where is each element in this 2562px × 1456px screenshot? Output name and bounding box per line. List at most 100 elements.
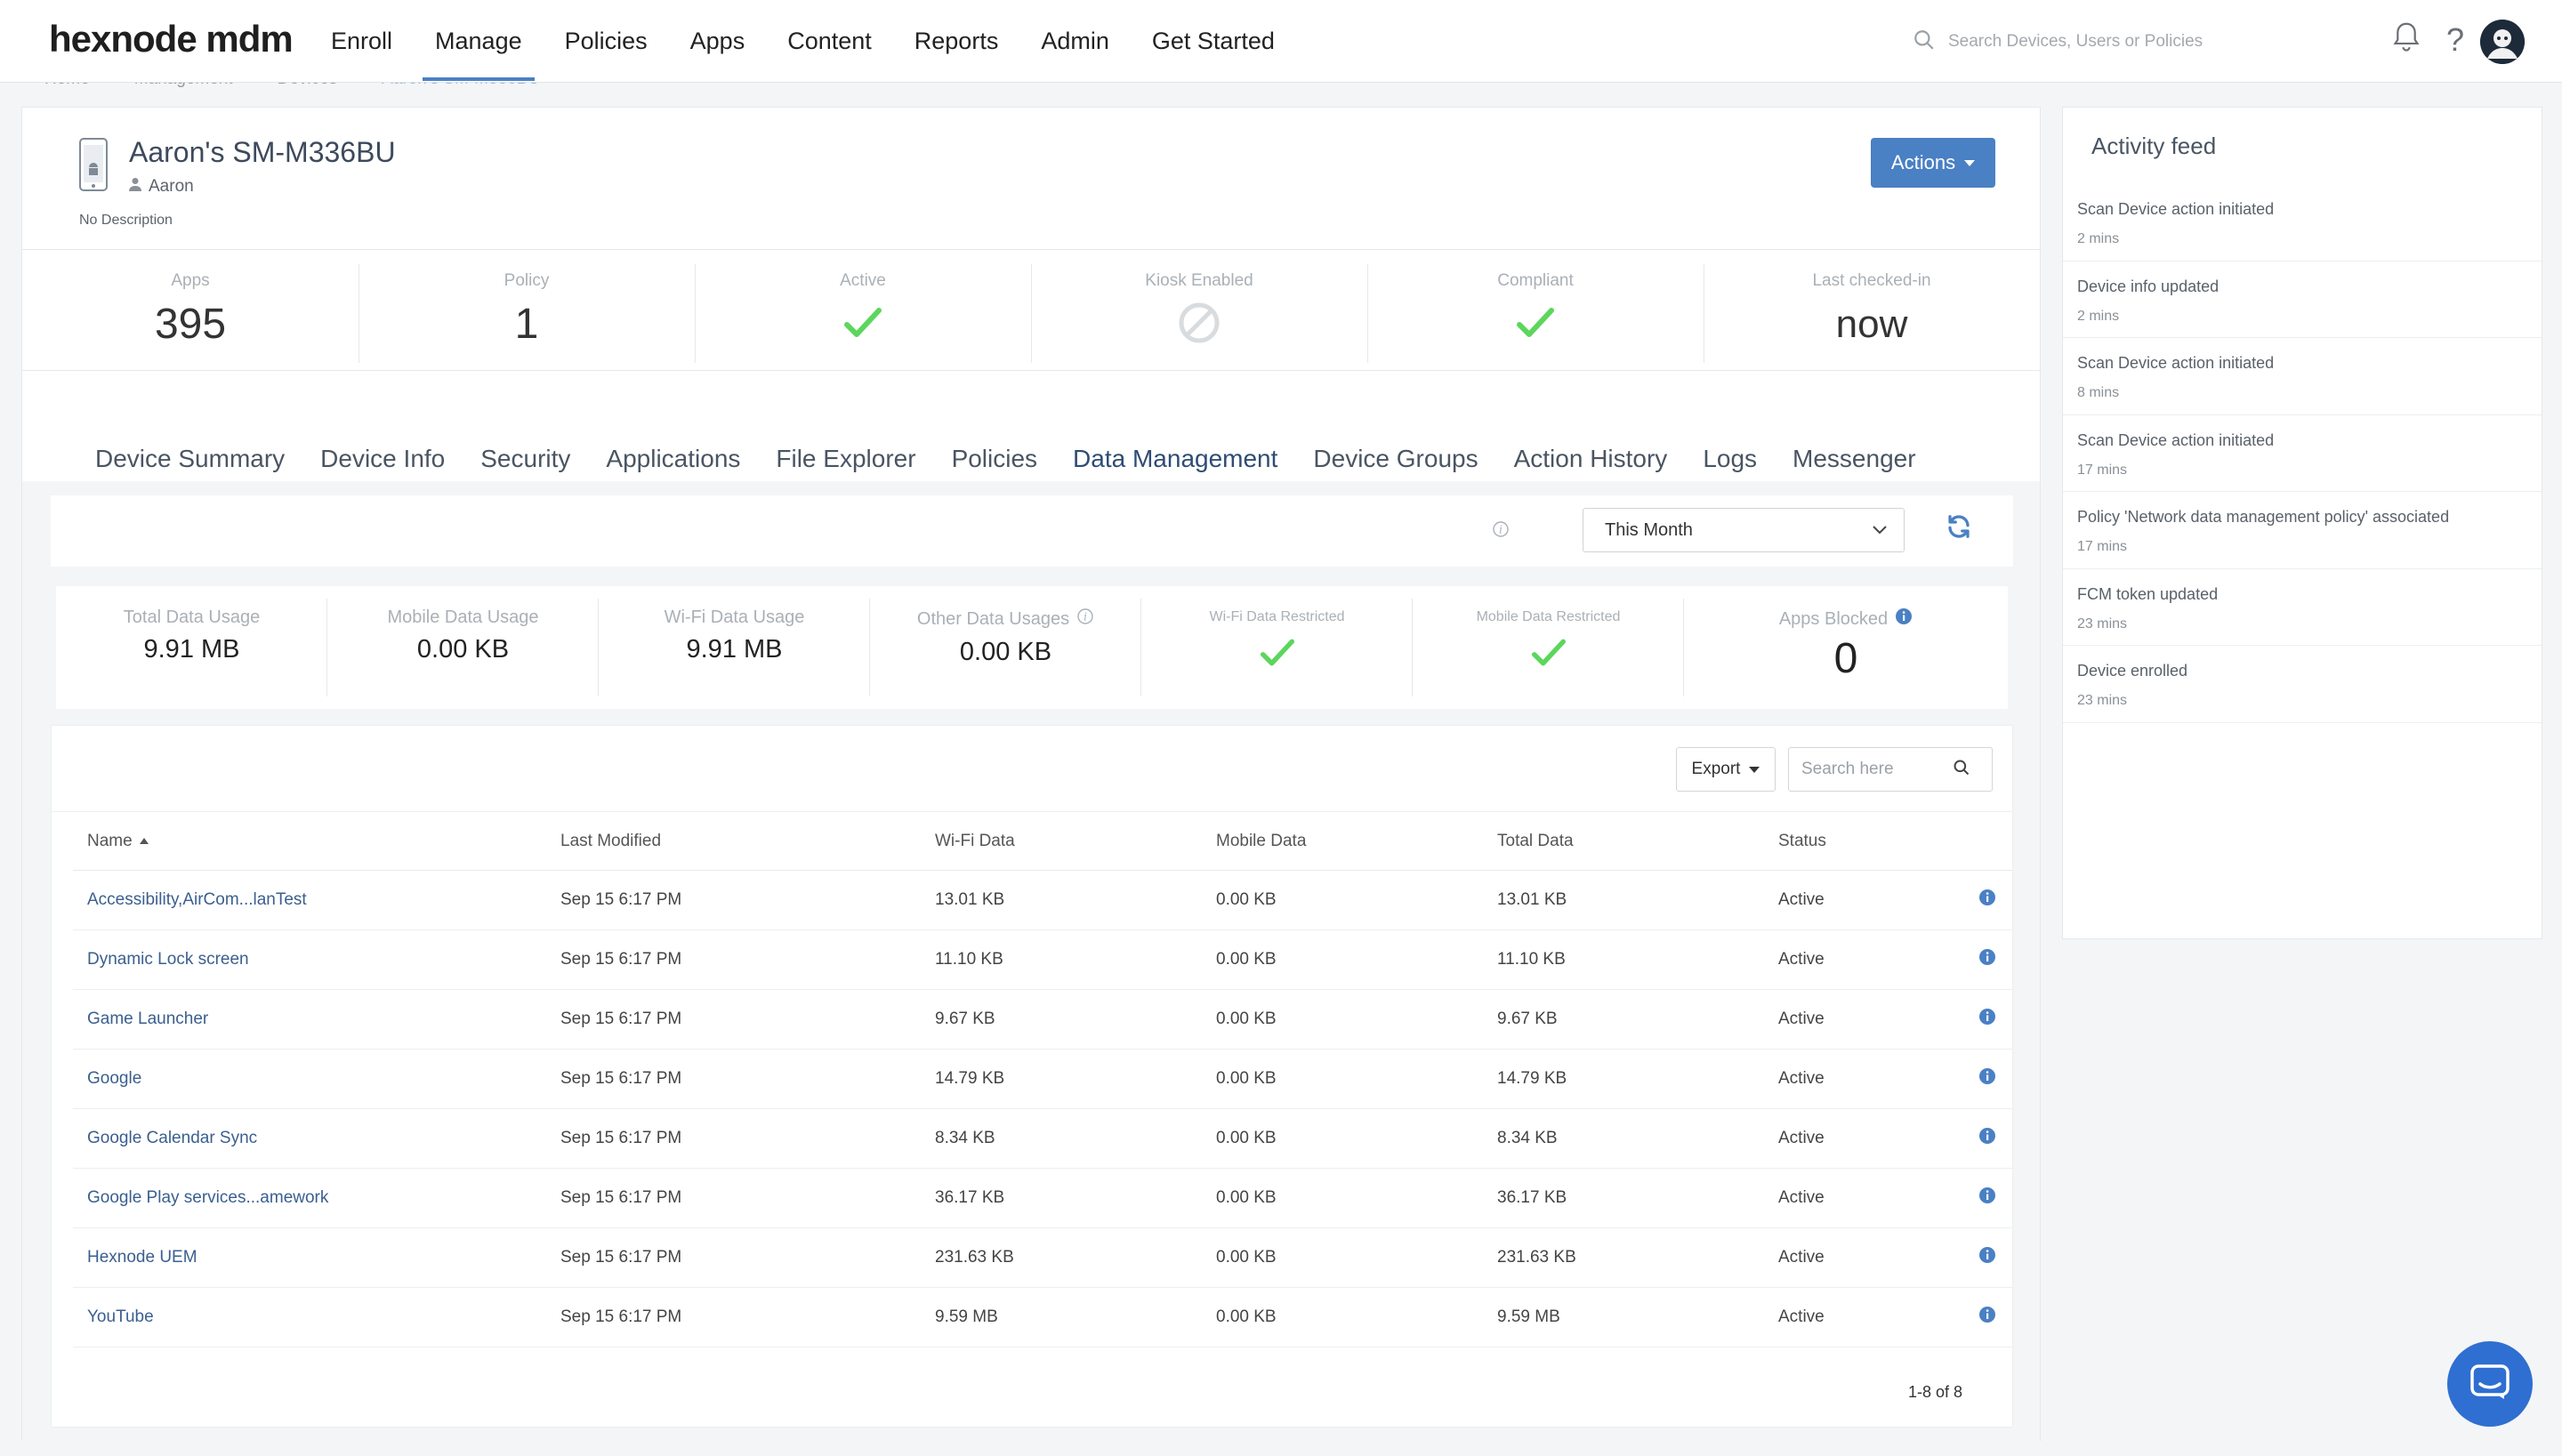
search-icon[interactable]: [1953, 759, 1970, 781]
activity-time: 23 mins: [2077, 615, 2128, 631]
table-search-input[interactable]: [1801, 760, 1953, 779]
svg-text:i: i: [1084, 611, 1087, 623]
cell-wifi-data: 8.34 KB: [921, 1108, 1202, 1169]
cell-app-name[interactable]: Dynamic Lock screen: [73, 929, 546, 990]
activity-time: 17 mins: [2077, 539, 2128, 554]
top-icons: ?: [2391, 21, 2464, 58]
info-icon[interactable]: i: [1076, 607, 1094, 631]
info-icon[interactable]: [1978, 1306, 1996, 1328]
bell-icon[interactable]: [2391, 21, 2421, 58]
stat-compliant: Compliant: [1367, 250, 1704, 370]
nav-apps[interactable]: Apps: [669, 0, 767, 83]
cell-app-name[interactable]: Game Launcher: [73, 989, 546, 1050]
nav-policies[interactable]: Policies: [544, 0, 669, 83]
info-icon[interactable]: [1978, 1067, 1996, 1090]
activity-text: Scan Device action initiated: [2077, 430, 2275, 449]
activity-item: Policy 'Network data management policy' …: [2063, 492, 2542, 569]
cell-wifi-data: 9.59 MB: [921, 1287, 1202, 1347]
cell-app-name[interactable]: Google Play services...amework: [73, 1168, 546, 1228]
nav-content[interactable]: Content: [766, 0, 893, 83]
nav-manage[interactable]: Manage: [414, 0, 544, 83]
stat-last-checked-value: now: [1835, 302, 1908, 346]
cell-app-name[interactable]: Google: [73, 1049, 546, 1109]
chat-launcher-button[interactable]: [2447, 1341, 2533, 1427]
stat-apps[interactable]: Apps 395: [22, 250, 359, 370]
info-icon[interactable]: [1978, 948, 1996, 970]
nav-admin[interactable]: Admin: [1019, 0, 1131, 83]
col-wifi-data[interactable]: Wi-Fi Data: [921, 813, 1202, 871]
global-search-input[interactable]: [1948, 32, 2322, 52]
usage-wifi-value: 9.91 MB: [686, 635, 783, 664]
table-search: [1788, 747, 1993, 792]
cell-mobile-data: 0.00 KB: [1202, 1227, 1483, 1288]
device-details-card: Aaron's SM-M336BU Aaron No Description A…: [21, 107, 2041, 1442]
info-icon[interactable]: [1978, 889, 1996, 911]
info-icon[interactable]: [1978, 1246, 1996, 1268]
data-management-panel: i This Month Total Data Usage 9.91 MB Mo…: [22, 481, 2040, 1442]
cell-app-name[interactable]: Accessibility,AirCom...lanTest: [73, 870, 546, 930]
col-last-modified[interactable]: Last Modified: [546, 813, 921, 871]
main-nav: Enroll Manage Policies Apps Content Repo…: [310, 0, 1296, 83]
activity-text: Device enrolled: [2077, 662, 2188, 680]
refresh-icon[interactable]: [1946, 513, 1972, 544]
cell-mobile-data: 0.00 KB: [1202, 1168, 1483, 1228]
cell-status: Active: [1764, 1287, 1923, 1347]
cell-wifi-data: 9.67 KB: [921, 989, 1202, 1050]
caret-down-icon: [1964, 159, 1976, 166]
stat-policy-value: 1: [514, 301, 539, 348]
table-row[interactable]: Hexnode UEM Sep 15 6:17 PM 231.63 KB 0.00 K…: [73, 1227, 2012, 1288]
col-name[interactable]: Name: [73, 813, 546, 871]
table-row[interactable]: Google Play services...amework Sep 15 6:1…: [73, 1168, 2012, 1228]
info-icon[interactable]: [1978, 1008, 1996, 1030]
device-user-name[interactable]: Aaron: [149, 177, 194, 197]
table-row[interactable]: Google Calendar Sync Sep 15 6:17 PM 8.34 K…: [73, 1108, 2012, 1169]
nav-get-started[interactable]: Get Started: [1131, 0, 1296, 83]
col-status[interactable]: Status: [1764, 813, 1923, 871]
device-name: Aaron's SM-M336BU: [129, 136, 396, 168]
cell-app-name[interactable]: Google Calendar Sync: [73, 1108, 546, 1169]
table-row[interactable]: Google Sep 15 6:17 PM 14.79 KB 0.00 KB 14.79…: [73, 1049, 2012, 1109]
table-row[interactable]: Dynamic Lock screen Sep 15 6:17 PM 11.10 K…: [73, 929, 2012, 990]
stat-active: Active: [695, 250, 1031, 370]
usage-mobile-restricted: Mobile Data Restricted: [1413, 586, 1684, 709]
hexnode-logo[interactable]: hexnode mdm: [49, 18, 294, 60]
period-select[interactable]: This Month: [1583, 508, 1905, 552]
activity-item: Scan Device action initiated 17 mins: [2063, 415, 2542, 492]
nav-reports[interactable]: Reports: [893, 0, 1020, 83]
info-icon[interactable]: [1978, 1187, 1996, 1209]
cell-app-name[interactable]: Hexnode UEM: [73, 1227, 546, 1288]
table-row[interactable]: YouTube Sep 15 6:17 PM 9.59 MB 0.00 KB 9.59 …: [73, 1287, 2012, 1347]
activity-text: Scan Device action initiated: [2077, 200, 2275, 218]
stat-compliant-label: Compliant: [1497, 271, 1574, 290]
activity-time: 2 mins: [2077, 308, 2120, 324]
info-icon[interactable]: i: [1492, 520, 1510, 543]
activity-item: Device info updated 2 mins: [2063, 261, 2542, 338]
col-total-data[interactable]: Total Data: [1483, 813, 1764, 871]
actions-button[interactable]: Actions: [1871, 138, 1995, 188]
cell-mobile-data: 0.00 KB: [1202, 870, 1483, 930]
nav-enroll[interactable]: Enroll: [310, 0, 414, 83]
info-icon[interactable]: [1895, 607, 1913, 631]
cell-status: Active: [1764, 1168, 1923, 1228]
stat-policy[interactable]: Policy 1: [359, 250, 695, 370]
table-row[interactable]: Game Launcher Sep 15 6:17 PM 9.67 KB 0.00 K…: [73, 989, 2012, 1050]
app-data-table: Name Last Modified Wi-Fi Data Mobile Dat…: [73, 813, 2012, 1347]
activity-feed: Activity feed Scan Device action initiat…: [2062, 107, 2542, 939]
chat-icon: [2470, 1363, 2510, 1404]
stat-kiosk-label: Kiosk Enabled: [1145, 271, 1253, 290]
activity-time: 17 mins: [2077, 462, 2128, 478]
col-mobile-data[interactable]: Mobile Data: [1202, 813, 1483, 871]
stat-last-checked-label: Last checked-in: [1812, 271, 1931, 290]
cell-total-data: 9.59 MB: [1483, 1287, 1764, 1347]
actions-label: Actions: [1890, 151, 1956, 173]
avatar[interactable]: [2480, 20, 2525, 64]
table-row[interactable]: Accessibility,AirCom...lanTest Sep 15 6:1…: [73, 870, 2012, 930]
usage-total-label: Total Data Usage: [123, 607, 261, 627]
cell-status: Active: [1764, 1108, 1923, 1169]
info-icon[interactable]: [1978, 1127, 1996, 1149]
cell-wifi-data: 231.63 KB: [921, 1227, 1202, 1288]
export-button[interactable]: Export: [1676, 747, 1776, 792]
cell-app-name[interactable]: YouTube: [73, 1287, 546, 1347]
svg-text:i: i: [1499, 524, 1503, 536]
help-icon[interactable]: ?: [2446, 23, 2464, 56]
